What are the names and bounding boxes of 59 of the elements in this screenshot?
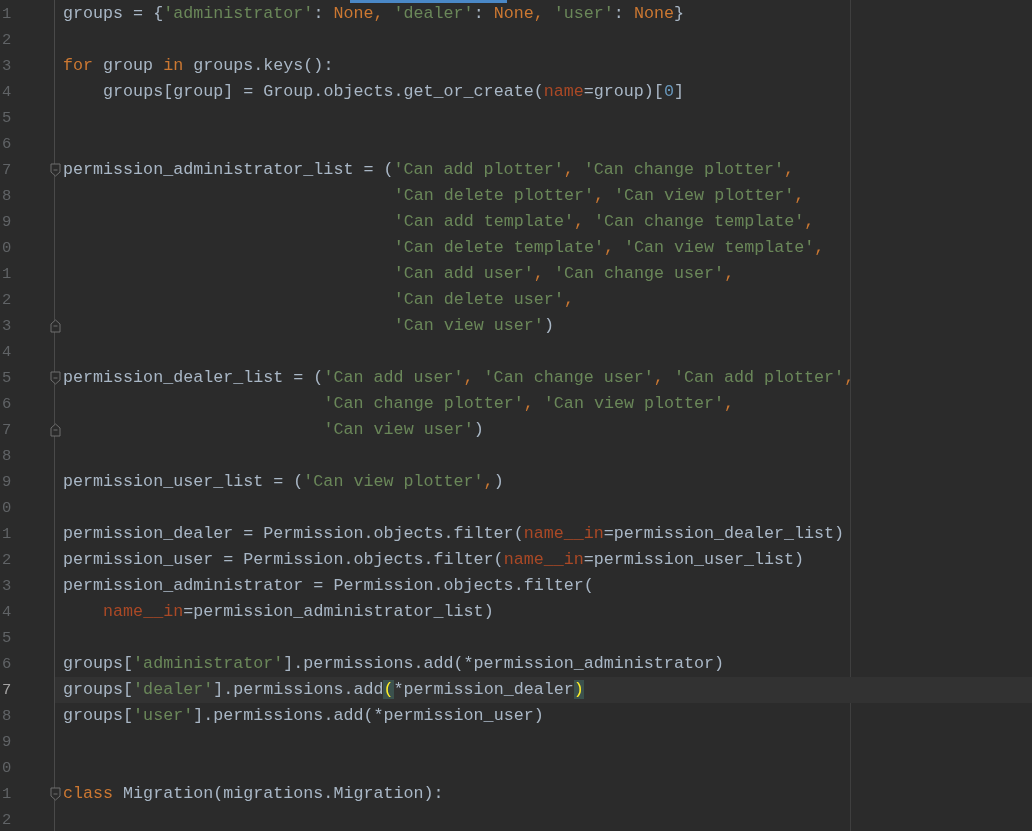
line-number: 7 (1, 160, 12, 181)
line-number: 5 (1, 628, 12, 649)
code-line: 'Can delete plotter', 'Can view plotter', (393, 185, 805, 207)
code-line: 'Can view user') (393, 315, 554, 337)
code-line: permission_user = Permission.objects.filter(name__in=permission_user_list) (63, 549, 805, 571)
fold-icon[interactable] (50, 423, 61, 437)
fold-icon[interactable] (50, 163, 61, 177)
line-number: 0 (1, 498, 12, 519)
code-line: 'Can delete user', (393, 289, 574, 311)
code-line: 'Can delete template', 'Can view template', (393, 237, 825, 259)
fold-icon[interactable] (50, 787, 61, 801)
line-number: 2 (1, 550, 12, 571)
line-number: 6 (1, 654, 12, 675)
line-number: 4 (1, 342, 12, 363)
line-number: 9 (1, 732, 12, 753)
line-number: 7 (1, 680, 12, 701)
line-number: 7 (1, 420, 12, 441)
fold-icon[interactable] (50, 319, 61, 333)
code-line: 'Can add template', 'Can change template', (393, 211, 815, 233)
line-number: 3 (1, 576, 12, 597)
code-line: groups[group] = Group.objects.get_or_create(name=group)[0] (103, 81, 684, 103)
line-number: 1 (1, 4, 12, 25)
code-line: groups['dealer'].permissions.add(*permission_dealer) (63, 679, 584, 701)
line-number: 3 (1, 316, 12, 337)
line-number: 3 (1, 56, 12, 77)
line-number: 1 (1, 264, 12, 285)
code-line: permission_administrator_list = ('Can add plotter', 'Can change plotter', (63, 159, 795, 181)
code-line: class Migration(migrations.Migration): (63, 783, 444, 805)
code-line: groups = {'administrator': None, 'dealer': None, 'user': None} (63, 3, 684, 25)
line-number: 2 (1, 290, 12, 311)
line-number: 6 (1, 394, 12, 415)
code-line: groups['user'].permissions.add(*permission_user) (63, 705, 544, 727)
code-line: permission_dealer_list = ('Can add user', 'Can change user', 'Can add plotter', (63, 367, 855, 389)
code-line: for group in groups.keys(): (63, 55, 334, 77)
line-number: 9 (1, 472, 12, 493)
code-line: groups['administrator'].permissions.add(*permission_administrator) (63, 653, 724, 675)
line-number: 6 (1, 134, 12, 155)
line-number: 1 (1, 524, 12, 545)
code-line: 'Can change plotter', 'Can view plotter', (323, 393, 735, 415)
line-number: 2 (1, 810, 12, 831)
line-number: 2 (1, 30, 12, 51)
line-number: 1 (1, 784, 12, 805)
line-number: 4 (1, 82, 12, 103)
code-line: 'Can view user') (323, 419, 484, 441)
line-number: 4 (1, 602, 12, 623)
code-line: permission_administrator = Permission.objects.filter( (63, 575, 594, 597)
line-number: 5 (1, 108, 12, 129)
line-number: 0 (1, 758, 12, 779)
code-line: permission_user_list = ('Can view plotter',) (63, 471, 504, 493)
line-number: 8 (1, 446, 12, 467)
code-line: permission_dealer = Permission.objects.filter(name__in=permission_dealer_list) (63, 523, 845, 545)
fold-icon[interactable] (50, 371, 61, 385)
code-line: 'Can add user', 'Can change user', (393, 263, 735, 285)
line-number: 9 (1, 212, 12, 233)
code-line: name__in=permission_administrator_list) (103, 601, 494, 623)
line-number: 8 (1, 186, 12, 207)
line-number: 0 (1, 238, 12, 259)
line-number: 8 (1, 706, 12, 727)
line-number: 5 (1, 368, 12, 389)
